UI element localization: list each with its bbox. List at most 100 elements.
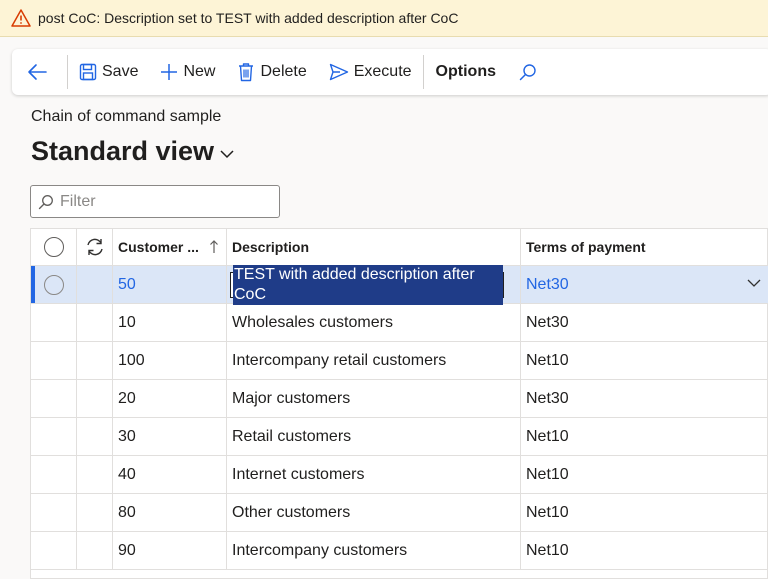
row-select-cell[interactable] [31,342,77,379]
select-all-checkbox[interactable] [43,237,64,257]
filter-field[interactable] [30,185,280,218]
delete-button[interactable]: Delete [226,49,317,95]
plus-icon [161,64,178,80]
description-cell[interactable]: TEST with added description after CoC [227,264,521,305]
table-row[interactable]: 40 Internet customers Net10 [31,456,768,494]
row-select-cell[interactable] [31,266,77,303]
row-checkbox[interactable] [43,274,64,295]
terms-cell[interactable]: Net10 [521,418,768,455]
row-spacer-cell [77,266,113,303]
customer-cell[interactable]: 20 [113,380,227,417]
customer-value[interactable]: 50 [118,276,136,294]
terms-value: Net10 [526,541,569,559]
row-spacer-cell [77,494,113,531]
terms-value: Net10 [526,465,569,483]
table-row[interactable]: 100 Intercompany retail customers Net10 [31,342,768,380]
table-row[interactable]: 30 Retail customers Net10 [31,418,768,456]
description-value: Other customers [232,503,351,521]
customer-grid: Customer ... Description Terms of paymen… [30,228,768,579]
customer-cell[interactable]: 100 [113,342,227,379]
description-edit-field[interactable]: TEST with added description after CoC [230,264,504,305]
search-icon [519,64,536,81]
terms-cell[interactable]: Net30 [521,380,768,417]
customer-value: 100 [118,351,145,369]
column-header-description[interactable]: Description [227,229,521,265]
table-row[interactable]: 90 Intercompany customers Net10 [31,532,768,570]
row-select-cell[interactable] [31,380,77,417]
table-row[interactable]: 80 Other customers Net10 [31,494,768,532]
description-value[interactable]: TEST with added description after CoC [233,264,503,305]
row-select-cell[interactable] [31,494,77,531]
save-label: Save [102,63,139,80]
description-cell[interactable]: Intercompany customers [227,532,521,569]
customer-value: 90 [118,541,136,559]
customer-cell[interactable]: 80 [113,494,227,531]
description-cell[interactable]: Wholesales customers [227,304,521,341]
trash-icon [239,63,254,82]
save-button[interactable]: Save [68,49,149,95]
table-row[interactable]: 20 Major customers Net30 [31,380,768,418]
row-select-cell[interactable] [31,418,77,455]
terms-cell[interactable]: Net10 [521,456,768,493]
description-cell[interactable]: Retail customers [227,418,521,455]
customer-value: 20 [118,389,136,407]
terms-value: Net30 [526,313,569,331]
new-label: New [183,63,216,80]
row-spacer-cell [77,532,113,569]
row-select-cell[interactable] [31,532,77,569]
table-row[interactable]: 50 TEST with added description after CoC… [31,264,768,305]
table-row[interactable]: 10 Wholesales customers Net30 [31,304,768,342]
customer-cell[interactable]: 90 [113,532,227,569]
options-button[interactable]: Options [424,49,508,95]
view-name: Standard view [31,136,215,166]
warning-icon [11,9,31,27]
column-header-terms[interactable]: Terms of payment [521,229,768,265]
description-value: Intercompany retail customers [232,351,447,369]
warning-text: post CoC: Description set to TEST with a… [38,10,459,26]
customer-cell[interactable]: 40 [113,456,227,493]
view-selector[interactable]: Standard view [31,136,234,167]
back-arrow-icon [28,64,47,80]
description-value: Intercompany customers [232,541,408,559]
terms-cell[interactable]: Net10 [521,494,768,531]
description-cell[interactable]: Internet customers [227,456,521,493]
terms-value: Net10 [526,351,569,369]
options-label: Options [435,63,496,80]
refresh-cell[interactable] [77,229,113,265]
row-spacer-cell [77,380,113,417]
row-spacer-cell [77,418,113,455]
chevron-down-icon[interactable] [747,278,761,288]
warning-message-bar: post CoC: Description set to TEST with a… [0,0,768,37]
customer-cell[interactable]: 10 [113,304,227,341]
row-select-cell[interactable] [31,456,77,493]
search-button[interactable] [508,49,553,95]
column-header-customer[interactable]: Customer ... [113,229,227,265]
action-pane: Save New Delete Execute Options [12,49,768,95]
terms-cell[interactable]: Net30 [521,304,768,341]
select-all-cell[interactable] [31,229,77,265]
execute-label: Execute [353,63,412,80]
description-cell[interactable]: Major customers [227,380,521,417]
sort-ascending-icon [209,240,218,253]
refresh-icon[interactable] [85,237,105,257]
terms-cell[interactable]: Net10 [521,532,768,569]
customer-cell[interactable]: 30 [113,418,227,455]
terms-cell[interactable]: Net30 [521,266,768,303]
back-button[interactable] [12,49,67,95]
new-button[interactable]: New [149,49,226,95]
row-select-cell[interactable] [31,304,77,341]
description-cell[interactable]: Other customers [227,494,521,531]
delete-label: Delete [260,63,307,80]
description-cell[interactable]: Intercompany retail customers [227,342,521,379]
grid-header: Customer ... Description Terms of paymen… [31,229,768,266]
terms-value[interactable]: Net30 [526,276,569,294]
terms-value: Net10 [526,503,569,521]
page-caption: Chain of command sample [31,108,222,125]
terms-cell[interactable]: Net10 [521,342,768,379]
column-header-terms-label: Terms of payment [526,239,646,255]
description-value: Major customers [232,389,351,407]
filter-input[interactable] [60,192,260,211]
execute-button[interactable]: Execute [318,49,423,95]
customer-cell[interactable]: 50 [113,266,227,303]
customer-value: 40 [118,465,136,483]
